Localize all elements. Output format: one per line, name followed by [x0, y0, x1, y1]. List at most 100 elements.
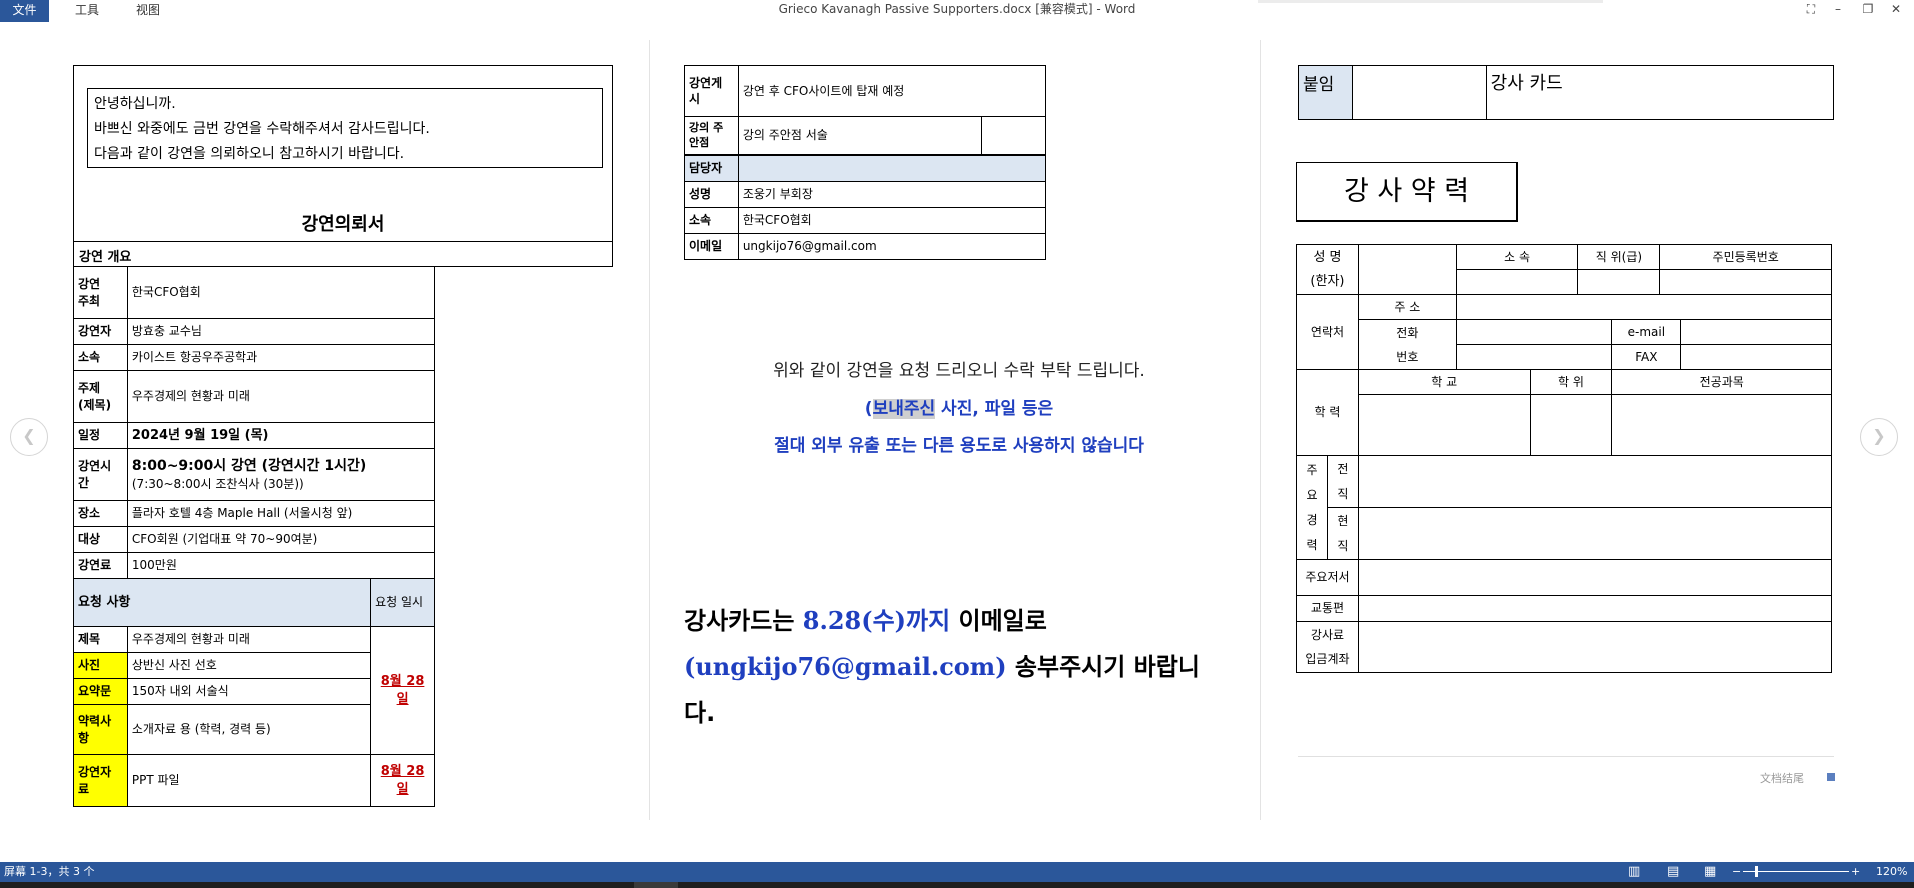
due-date: 8월 28 일 [370, 754, 435, 807]
degree-label: 학 위 [1529, 369, 1613, 395]
zoom-slider-track[interactable] [1743, 871, 1849, 872]
row-value: 강연 후 CFO사이트에 탑재 예정 [737, 65, 1047, 117]
read-mode-icon[interactable]: ▥ [1628, 862, 1640, 882]
contact-label: 소속 [684, 207, 739, 234]
card-date: 8.28(수)까지 [802, 606, 951, 635]
lecture-extra-table: 강연게 시 강연 후 CFO사이트에 탑재 예정 강의 주 안점 강의 주안점 서술 [684, 65, 1047, 155]
degree-cell[interactable] [1529, 394, 1613, 456]
row-label: 일정 [73, 422, 128, 449]
selected-text[interactable]: 보내주신 [872, 399, 936, 419]
affil-cell[interactable] [1455, 269, 1579, 295]
row-value: 카이스트 항공우주공학과 [126, 344, 436, 371]
req-label: 약력사 항 [73, 704, 128, 755]
row-label: 강의 주 안점 [684, 116, 739, 155]
fee-label: 강사료 입금계좌 [1296, 621, 1359, 673]
works-cell[interactable] [1357, 559, 1833, 596]
address-cell[interactable] [1455, 294, 1833, 320]
fullscreen-icon[interactable]: ⛶ [1799, 0, 1823, 20]
transport-cell[interactable] [1357, 595, 1833, 622]
zoom-level[interactable]: 120% [1876, 862, 1907, 882]
row-value: 방효충 교수님 [126, 318, 436, 345]
minimize-icon[interactable]: – [1826, 0, 1850, 20]
bio-table: 성 명 (한자) 소 속직 위(급) 주민등록번호 연락처 주 소 전화 번호 e-ma… [1296, 244, 1833, 673]
greeting-line: 바쁘신 와중에도 금번 강연을 수락해주셔서 감사드립니다. [94, 121, 430, 137]
page-separator [1260, 40, 1261, 820]
fee-cell[interactable] [1357, 621, 1833, 673]
manager-empty [737, 155, 1047, 182]
taskbar-tab[interactable] [634, 882, 678, 888]
card-instruction: 강사카드는 8.28(수)까지 이메일로 (ungkijo76@gmail.co… [684, 598, 1224, 736]
fax-cell[interactable] [1680, 344, 1832, 370]
req-value: 상반신 사진 선호 [126, 652, 372, 679]
prev-page-icon[interactable]: ❮ [10, 418, 48, 456]
row-label: 강연 주최 [73, 266, 128, 319]
attach-title: 강사 카드 [1485, 65, 1835, 120]
phone-cell-2[interactable] [1455, 344, 1613, 370]
curr-job-cell[interactable] [1357, 507, 1833, 560]
req-value: PPT 파일 [126, 754, 372, 807]
fax-label: FAX [1611, 344, 1682, 370]
school-cell[interactable] [1357, 394, 1531, 456]
restore-icon[interactable]: ❐ [1856, 0, 1880, 20]
page-end-line [1298, 756, 1834, 757]
req-label: 요약문 [73, 678, 128, 705]
row-value: 강의 주안점 서술 [737, 116, 983, 155]
major-label: 전공과목 [1611, 369, 1832, 395]
row-label: 소속 [73, 344, 128, 371]
privacy-note-line2: 절대 외부 유출 또는 다른 용도로 사용하지 않습니다 [774, 436, 1144, 456]
transport-label: 교통편 [1296, 595, 1359, 622]
word-window: 文件 工具 视图 Grieco Kavanagh Passive Support… [0, 0, 1914, 888]
name-cell[interactable] [1357, 244, 1457, 295]
req-value: 우주경제의 현황과 미래 [126, 626, 372, 653]
web-layout-icon[interactable]: ▦ [1704, 862, 1716, 882]
row-label: 강연게 시 [684, 65, 739, 117]
major-cell[interactable] [1611, 394, 1832, 456]
career-label: 주 요 경 력 [1296, 455, 1328, 560]
card-email: (ungkijo76@gmail.com) [684, 652, 1007, 681]
row-value: 8:00~9:00시 강연 (강연시간 1시간) [131, 457, 367, 474]
edu-label: 학 력 [1296, 369, 1359, 456]
row-label: 주제 (제목) [73, 370, 128, 423]
page-separator [649, 40, 650, 820]
manager-label: 담당자 [684, 155, 739, 182]
doc-title-heading: 강연의뢰서 [301, 214, 385, 235]
row-value: 2024년 9월 19일 (목) [126, 422, 436, 449]
contact-label: 이메일 [684, 233, 739, 260]
prev-job-cell[interactable] [1357, 455, 1833, 508]
card-text: 다. [684, 699, 716, 727]
row-value: 플라자 호텔 4층 Maple Hall (서울시청 앞) [126, 500, 436, 527]
req-label: 사진 [73, 652, 128, 679]
document-title: Grieco Kavanagh Passive Supporters.docx … [778, 2, 1136, 16]
contact-value[interactable]: ungkijo76@gmail.com [737, 233, 1047, 260]
next-page-icon[interactable]: ❯ [1860, 418, 1898, 456]
card-text: 강사카드는 [684, 607, 803, 635]
zoom-slider-thumb[interactable] [1755, 866, 1758, 877]
title-bar: 文件 工具 视图 Grieco Kavanagh Passive Support… [0, 0, 1914, 22]
affil-label: 소 속 [1455, 244, 1579, 270]
email-cell[interactable] [1680, 319, 1832, 345]
page-count: 屏幕 1-3，共 3 个 [4, 865, 95, 878]
print-layout-icon[interactable]: ▤ [1667, 862, 1679, 882]
attachment-table: 붙임 강사 카드 [1298, 65, 1835, 120]
curr-job-label: 현 직 [1326, 507, 1359, 560]
phone-cell[interactable] [1455, 319, 1613, 345]
row-value: 100만원 [126, 552, 436, 579]
row-label: 강연료 [73, 552, 128, 579]
greeting-line: 안녕하십니까. [94, 96, 176, 112]
zoom-out-icon[interactable]: − [1732, 862, 1741, 882]
position-cell[interactable] [1577, 269, 1661, 295]
note-text: 사진, 파일 등은 [935, 399, 1054, 419]
idno-label: 주민등록번호 [1659, 244, 1832, 270]
idno-cell[interactable] [1659, 269, 1832, 295]
contact-label: 성명 [684, 181, 739, 208]
request-line: 위와 같이 강연을 요청 드리오니 수락 부탁 드립니다. [773, 361, 1145, 381]
bio-title: 강 사 약 력 [1296, 162, 1518, 222]
note-paren: ( [864, 399, 873, 419]
doc-end-label: 文档结尾 [1760, 772, 1804, 785]
close-icon[interactable]: ✕ [1884, 0, 1908, 20]
empty-cell [981, 116, 1046, 155]
taskbar-strip [0, 882, 1914, 888]
zoom-in-icon[interactable]: + [1851, 862, 1860, 882]
due-date: 8월 28 일 [370, 626, 435, 755]
search-strip[interactable] [1258, 0, 1603, 3]
